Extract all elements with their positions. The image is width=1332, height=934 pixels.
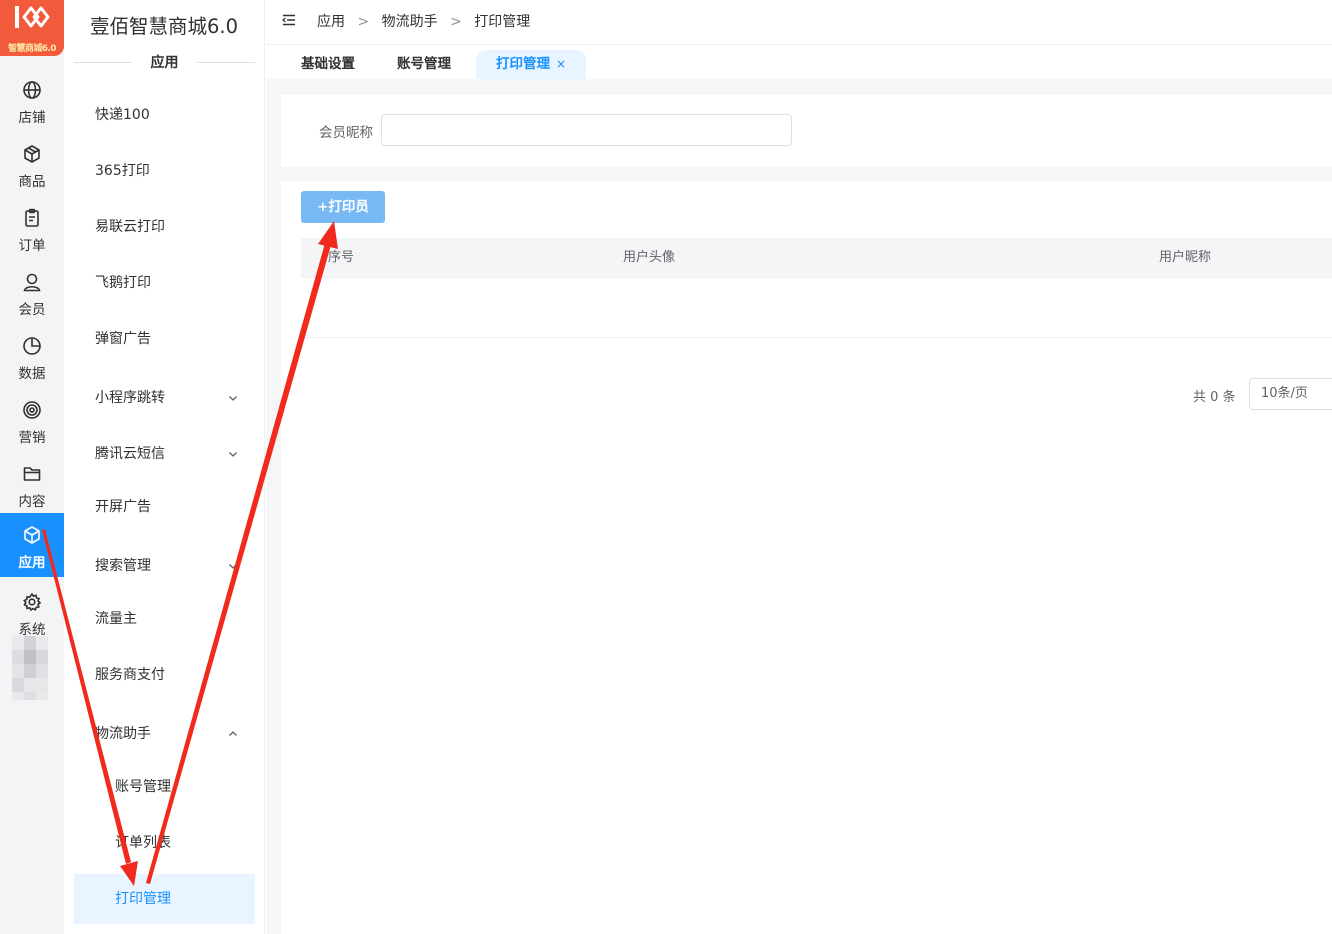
close-icon[interactable]: × bbox=[556, 57, 566, 71]
rail-item-store[interactable]: 店铺 bbox=[0, 68, 64, 132]
rail-item-orders[interactable]: 订单 bbox=[0, 196, 64, 260]
column-header-index: 序号 bbox=[328, 250, 355, 265]
page-size-select[interactable]: 10条/页 bbox=[1249, 378, 1332, 410]
breadcrumb-separator: > bbox=[450, 14, 462, 30]
logo[interactable]: 智慧商城6.0 bbox=[0, 0, 64, 56]
table-header: 序号 用户头像 用户昵称 bbox=[301, 238, 1332, 278]
add-printer-button[interactable]: +打印员 bbox=[301, 191, 385, 223]
menu-item-popup-ad[interactable]: 弹窗广告 bbox=[74, 319, 255, 359]
rail-item-label: 会员 bbox=[18, 302, 46, 318]
brand-title: 壹佰智慧商城6.0 bbox=[90, 15, 239, 38]
clipboard-icon bbox=[25, 208, 39, 227]
printer-table-panel: +打印员 序号 用户头像 用户昵称 共 0 条 10条/页 bbox=[281, 181, 1332, 934]
tab-print-manage[interactable]: 打印管理 × bbox=[476, 50, 586, 79]
rail-item-label: 商品 bbox=[18, 174, 46, 190]
menu-item-account-manage[interactable]: 账号管理 bbox=[74, 767, 255, 807]
breadcrumb: 应用 > 物流助手 > 打印管理 bbox=[317, 11, 530, 31]
rail-item-members[interactable]: 会员 bbox=[0, 260, 64, 324]
menu-item-label: 小程序跳转 bbox=[95, 390, 165, 406]
menu-item-print-manage[interactable]: 打印管理 bbox=[74, 874, 255, 924]
menu-item-yilianyun-print[interactable]: 易联云打印 bbox=[74, 207, 255, 247]
top-bar: 应用 > 物流助手 > 打印管理 bbox=[266, 0, 1332, 45]
tab-basic-settings[interactable]: 基础设置 bbox=[290, 50, 366, 79]
folder-icon bbox=[23, 467, 41, 481]
breadcrumb-item[interactable]: 物流助手 bbox=[382, 14, 438, 30]
menu-item-provider-payment[interactable]: 服务商支付 bbox=[74, 655, 255, 695]
menu-item-search-manage[interactable]: 搜索管理 bbox=[74, 546, 255, 586]
chevron-down-icon bbox=[229, 396, 237, 401]
menu-item-365-print[interactable]: 365打印 bbox=[74, 151, 255, 191]
menu-item-tencent-sms[interactable]: 腾讯云短信 bbox=[74, 434, 255, 474]
logo-text: 智慧商城6.0 bbox=[8, 44, 56, 54]
avatar[interactable] bbox=[12, 636, 48, 700]
menu-item-order-list[interactable]: 订单列表 bbox=[74, 823, 255, 863]
nickname-label: 会员昵称 bbox=[319, 125, 373, 141]
rail-item-label: 店铺 bbox=[18, 110, 46, 126]
rail-item-goods[interactable]: 商品 bbox=[0, 132, 64, 196]
chevron-down-icon bbox=[229, 564, 237, 569]
column-header-avatar: 用户头像 bbox=[623, 250, 676, 265]
rail-item-label: 内容 bbox=[18, 494, 46, 510]
menu-item-label: 物流助手 bbox=[95, 726, 151, 742]
menu-item-miniprogram-jump[interactable]: 小程序跳转 bbox=[74, 378, 255, 418]
main-content: 应用 > 物流助手 > 打印管理 基础设置 账号管理 打印管理 × 会员昵称 +打… bbox=[266, 0, 1332, 934]
menu-item-splash-ad[interactable]: 开屏广告 bbox=[74, 487, 255, 527]
rail-item-marketing[interactable]: 营销 bbox=[0, 388, 64, 452]
rail-item-data[interactable]: 数据 bbox=[0, 324, 64, 388]
chevron-up-icon bbox=[229, 731, 237, 736]
filter-panel: 会员昵称 bbox=[281, 95, 1332, 167]
page-tabs: 基础设置 账号管理 打印管理 × bbox=[266, 45, 1332, 79]
target-icon bbox=[23, 401, 41, 419]
rail-item-label: 订单 bbox=[18, 238, 46, 254]
rail-item-label: 系统 bbox=[18, 622, 46, 638]
icon-rail: 智慧商城6.0 店铺 商品 订单 会员 数据 营销 内容 应用 系统 bbox=[0, 0, 64, 934]
tab-account-manage[interactable]: 账号管理 bbox=[386, 50, 462, 79]
app-root: 智慧商城6.0 店铺 商品 订单 会员 数据 营销 内容 应用 系统 壹佰智慧商… bbox=[0, 0, 1332, 934]
app-submenu: 壹佰智慧商城6.0 应用 快递100 365打印 易联云打印 飞鹅打印 弹窗广告… bbox=[64, 0, 265, 934]
breadcrumb-item: 打印管理 bbox=[474, 14, 531, 30]
menu-item-label: 腾讯云短信 bbox=[95, 446, 165, 462]
menu-fold-icon[interactable] bbox=[282, 13, 296, 27]
user-icon bbox=[23, 273, 41, 292]
menu-item-kuaidi100[interactable]: 快递100 bbox=[74, 95, 255, 135]
submenu-section-title: 应用 bbox=[74, 52, 255, 72]
pie-chart-icon bbox=[23, 337, 41, 355]
rail-item-label: 数据 bbox=[18, 366, 46, 382]
column-header-nickname: 用户昵称 bbox=[1159, 250, 1212, 265]
menu-item-feie-print[interactable]: 飞鹅打印 bbox=[74, 263, 255, 303]
breadcrumb-separator: > bbox=[357, 14, 370, 30]
logo-mark-icon bbox=[15, 6, 50, 28]
chevron-down-icon bbox=[229, 452, 237, 457]
box-icon bbox=[24, 145, 40, 163]
cube-icon bbox=[24, 526, 40, 544]
pagination-total: 共 0 条 bbox=[1193, 390, 1236, 405]
gear-icon bbox=[23, 592, 42, 612]
nickname-input[interactable] bbox=[381, 114, 792, 146]
menu-item-label: 搜索管理 bbox=[95, 558, 151, 574]
menu-item-logistics-helper[interactable]: 物流助手 bbox=[74, 714, 255, 754]
rail-item-label: 营销 bbox=[18, 430, 46, 446]
rail-item-label: 应用 bbox=[18, 555, 46, 571]
globe-icon bbox=[23, 81, 41, 99]
breadcrumb-item[interactable]: 应用 bbox=[317, 14, 345, 30]
rail-item-content[interactable]: 内容 bbox=[0, 452, 64, 516]
menu-item-traffic-master[interactable]: 流量主 bbox=[74, 599, 255, 639]
rail-item-system[interactable]: 系统 bbox=[0, 580, 64, 644]
rail-item-apps[interactable]: 应用 bbox=[0, 513, 64, 577]
tab-label: 打印管理 bbox=[495, 56, 550, 72]
table-body bbox=[301, 278, 1332, 338]
